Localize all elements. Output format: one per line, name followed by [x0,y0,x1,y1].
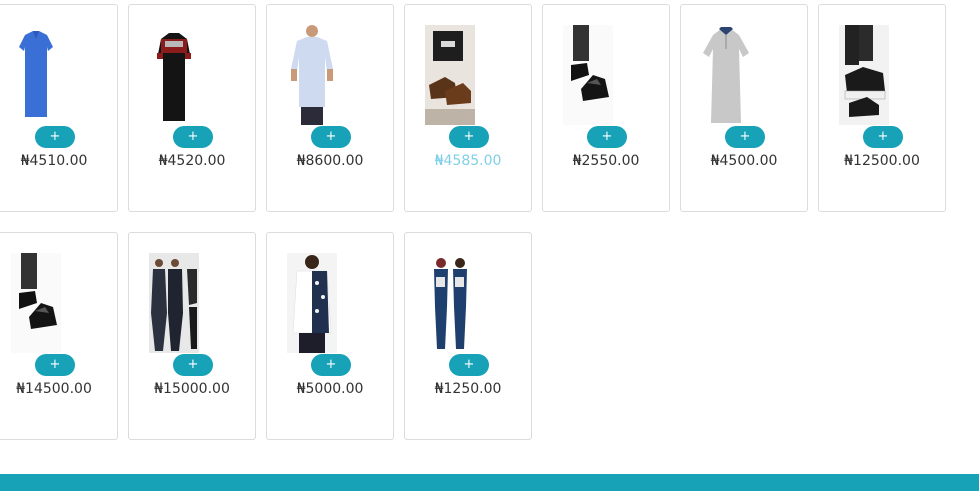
product-card[interactable]: + ₦14500.00 [0,232,118,440]
product-card[interactable]: + ₦2550.00 [542,4,670,212]
couple-outfits-image[interactable] [425,253,475,353]
product-card[interactable]: + ₦12500.00 [818,4,946,212]
product-card[interactable]: + ₦8600.00 [266,4,394,212]
mens-suits-image[interactable] [149,253,199,353]
add-to-cart-button[interactable]: + [311,354,351,376]
product-price: ₦12500.00 [844,153,920,169]
add-to-cart-button[interactable]: + [449,126,489,148]
add-to-cart-button[interactable]: + [725,126,765,148]
add-to-cart-button[interactable]: + [35,126,75,148]
product-price: ₦5000.00 [296,381,364,397]
product-price: ₦4585.00 [434,153,502,169]
product-price: ₦4510.00 [20,153,88,169]
black-platform-sneakers-image[interactable] [839,25,889,125]
product-price: ₦8600.00 [296,153,364,169]
product-card[interactable]: + ₦4510.00 [0,4,118,212]
grey-polo-dress-image[interactable] [701,25,751,125]
product-price: ₦4500.00 [710,153,778,169]
black-loafers-image[interactable] [11,253,61,353]
product-price: ₦14500.00 [16,381,92,397]
product-price: ₦2550.00 [572,153,640,169]
product-card[interactable]: + ₦1250.00 [404,232,532,440]
add-to-cart-button[interactable]: + [587,126,627,148]
add-to-cart-button[interactable]: + [173,126,213,148]
product-card[interactable]: + ₦15000.00 [128,232,256,440]
brown-shoes-image[interactable] [425,25,475,125]
footer-bar [0,474,979,491]
black-kaftan-image[interactable] [149,25,199,125]
product-grid: + ₦4510.00 + ₦4520.00 + ₦8600.00 + ₦4585… [0,4,946,460]
add-to-cart-button[interactable]: + [173,354,213,376]
product-row: + ₦14500.00 + ₦15000.00 + ₦5000.00 + ₦12… [0,232,946,440]
product-price: ₦4520.00 [158,153,226,169]
add-to-cart-button[interactable]: + [449,354,489,376]
product-card[interactable]: + ₦4585.00 [404,4,532,212]
patterned-native-wear-image[interactable] [287,253,337,353]
product-price: ₦15000.00 [154,381,230,397]
black-slip-on-shoes-image[interactable] [563,25,613,125]
add-to-cart-button[interactable]: + [35,354,75,376]
product-price: ₦1250.00 [434,381,502,397]
add-to-cart-button[interactable]: + [863,126,903,148]
product-card[interactable]: + ₦5000.00 [266,232,394,440]
blue-polo-image[interactable] [11,25,61,125]
light-blue-shirt-image[interactable] [287,25,337,125]
product-card[interactable]: + ₦4500.00 [680,4,808,212]
product-row: + ₦4510.00 + ₦4520.00 + ₦8600.00 + ₦4585… [0,4,946,212]
product-card[interactable]: + ₦4520.00 [128,4,256,212]
add-to-cart-button[interactable]: + [311,126,351,148]
